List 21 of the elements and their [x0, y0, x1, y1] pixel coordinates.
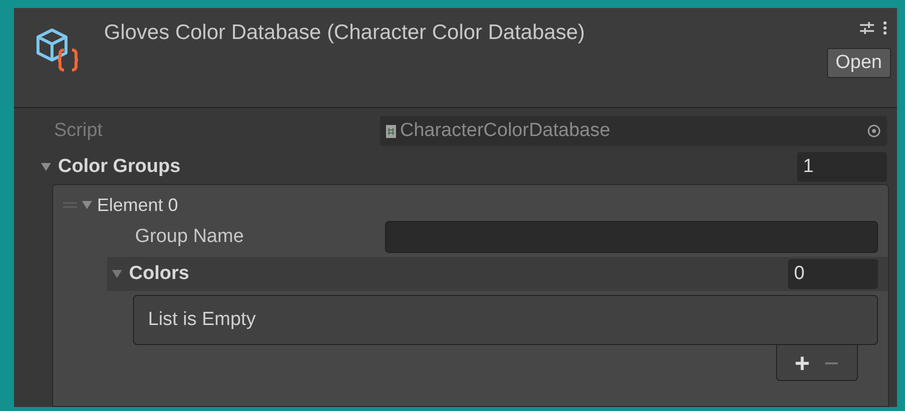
list-header[interactable]: Colors — [129, 260, 190, 288]
sliders-icon[interactable] — [859, 20, 875, 36]
size-field[interactable]: 1 — [797, 152, 887, 182]
more-icon[interactable] — [883, 20, 887, 36]
field-label: Script — [54, 118, 104, 143]
size-field[interactable]: 0 — [788, 259, 878, 289]
expanded-triangle-icon[interactable] — [111, 268, 123, 280]
object-picker-icon[interactable] — [867, 124, 881, 138]
add-button[interactable]: + — [794, 350, 810, 376]
expanded-triangle-icon[interactable] — [40, 161, 52, 173]
script-object-field[interactable]: CharacterColorDatabase — [380, 116, 887, 146]
script-name: CharacterColorDatabase — [400, 118, 610, 143]
script-file-icon — [386, 124, 396, 138]
group-name-field[interactable] — [385, 221, 878, 253]
empty-list-text: List is Empty — [148, 308, 256, 332]
open-button[interactable]: Open — [826, 48, 891, 78]
object-title: Gloves Color Database (Character Color Database) — [104, 20, 585, 46]
list-header[interactable]: Color Groups — [58, 152, 180, 182]
element-label[interactable]: Element 0 — [97, 192, 178, 218]
field-label: Group Name — [135, 224, 245, 249]
expanded-triangle-icon[interactable] — [81, 199, 93, 211]
